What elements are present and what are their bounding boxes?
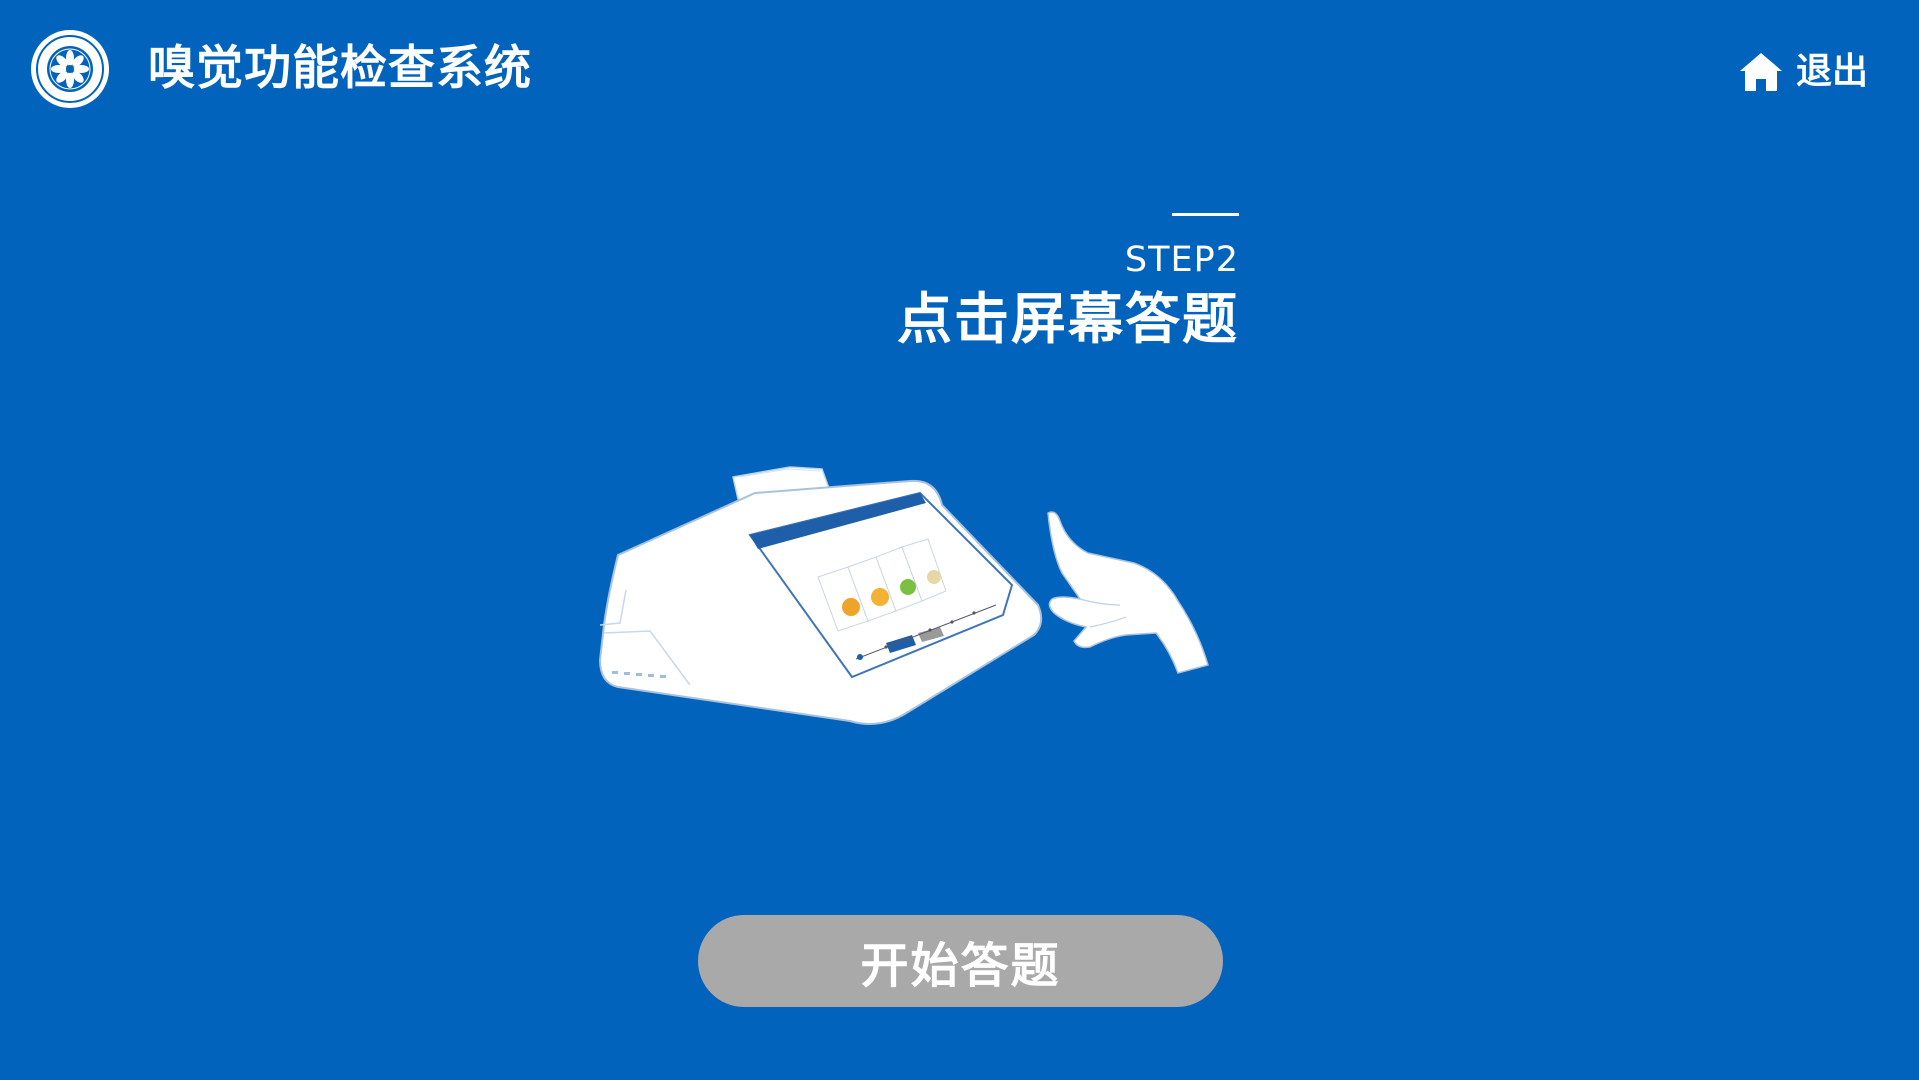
step-number: STEP2 <box>1124 240 1239 280</box>
start-answer-button[interactable]: 开始答题 <box>698 915 1223 1007</box>
step-divider <box>1172 213 1239 216</box>
exit-button[interactable]: 退出 <box>1738 45 1868 99</box>
seal-icon <box>36 35 104 103</box>
pointing-hand-icon <box>1047 511 1209 674</box>
start-answer-label: 开始答题 <box>860 938 1061 994</box>
step-title: 点击屏幕答题 <box>896 287 1239 351</box>
app-title: 嗅觉功能检查系统 <box>148 41 532 96</box>
home-icon <box>1740 53 1782 91</box>
institute-logo <box>31 30 109 108</box>
device-illustration <box>598 466 1209 725</box>
app-root: 嗅觉功能检查系统 退出 STEP2 点击屏幕答题 开始答题 <box>0 0 1919 1080</box>
exit-label: 退出 <box>1796 51 1869 92</box>
